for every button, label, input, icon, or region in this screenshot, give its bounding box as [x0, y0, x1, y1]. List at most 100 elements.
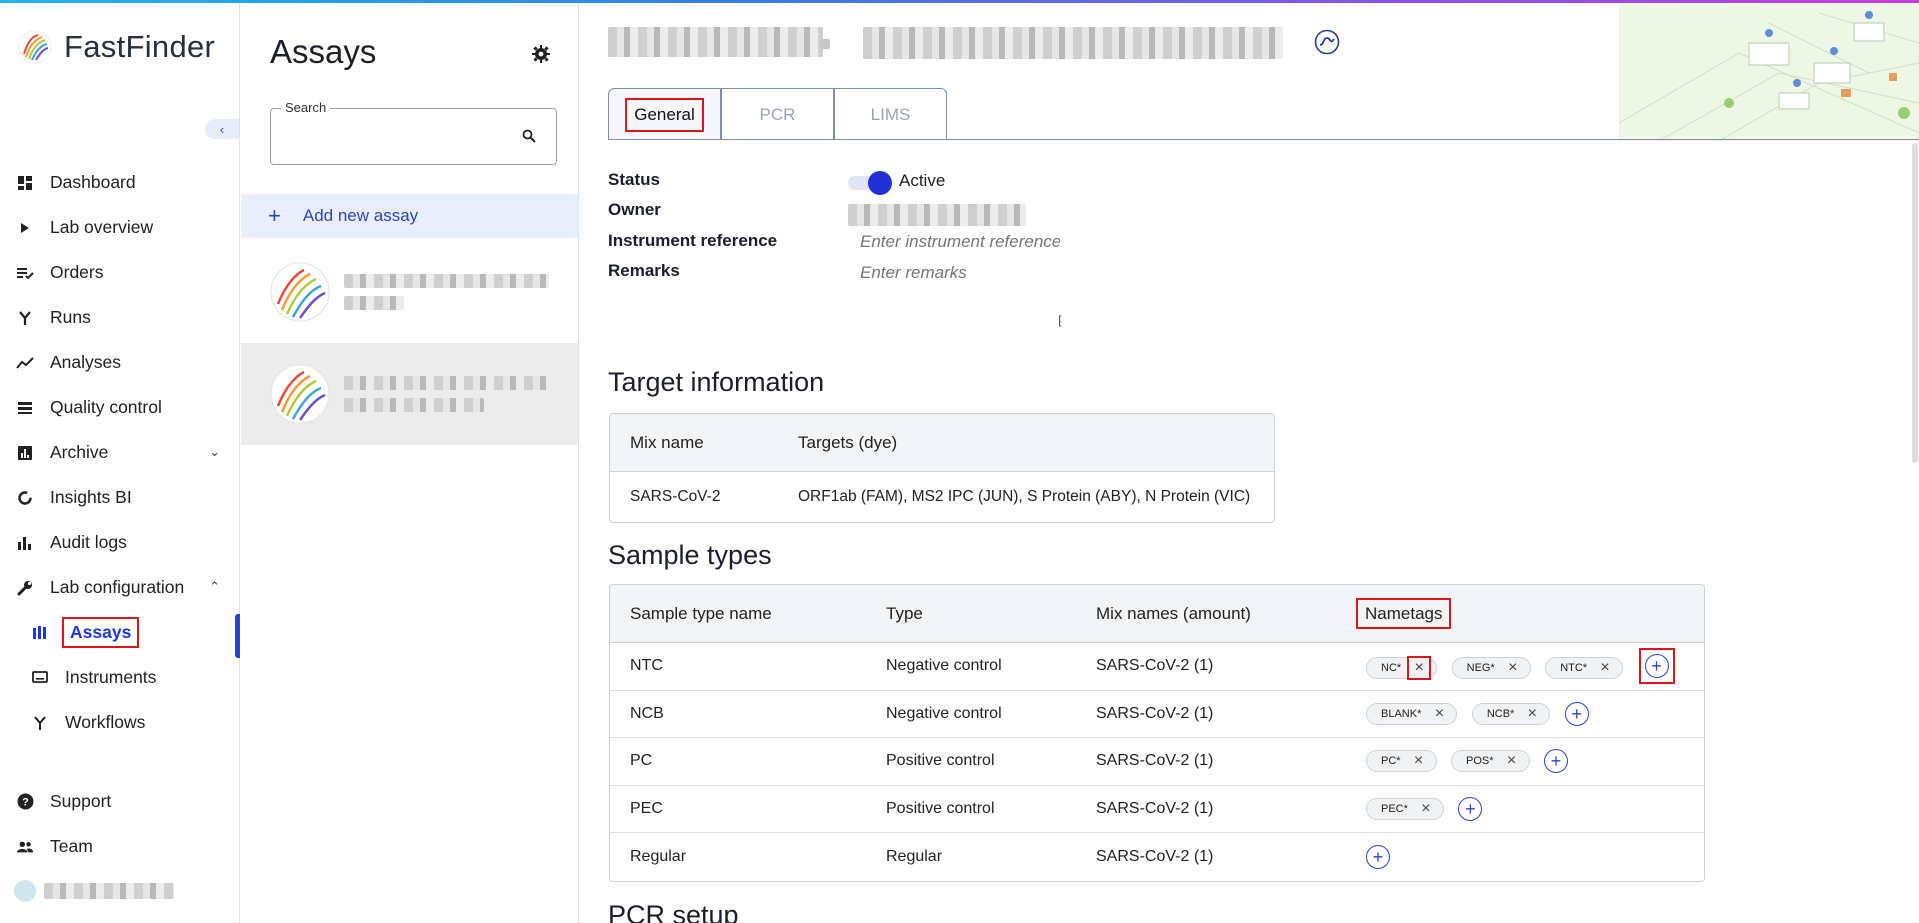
- tab-lims[interactable]: LIMS: [834, 88, 947, 140]
- instrument-reference-input[interactable]: [860, 232, 1060, 252]
- table-row[interactable]: PEC Positive control SARS-CoV-2 (1) PEC*…: [610, 786, 1704, 833]
- nametag-label: PEC*: [1381, 802, 1408, 815]
- add-nametag-icon[interactable]: +: [1564, 701, 1589, 726]
- nametag-label: NC*: [1381, 662, 1402, 675]
- table-header: Mix name Targets (dye): [610, 414, 1274, 472]
- nav-workflows[interactable]: Workflows: [0, 700, 240, 745]
- column-header: Mix names (amount): [1096, 603, 1251, 623]
- main-nav: Dashboard Lab overview Orders Runs Analy…: [0, 160, 240, 745]
- assay-title-redacted: [608, 21, 1288, 61]
- nav-audit-logs[interactable]: Audit logs: [0, 520, 240, 565]
- nav-quality-control[interactable]: Quality control: [0, 385, 240, 430]
- assay-name-redacted: [344, 274, 549, 310]
- search-field[interactable]: Search: [270, 100, 557, 165]
- type-cell: Negative control: [886, 657, 1002, 675]
- table-row[interactable]: NTC Negative control SARS-CoV-2 (1) NC* ×…: [610, 643, 1704, 691]
- detail-tabs: General PCR LIMS: [608, 88, 947, 140]
- nametags-cell: +: [1351, 844, 1691, 869]
- add-nametag-icon[interactable]: +: [1366, 844, 1390, 869]
- nav-lab-overview[interactable]: Lab overview: [0, 205, 240, 250]
- user-name-redacted: [44, 883, 174, 899]
- status-value: Active: [899, 171, 946, 190]
- add-nametag-icon[interactable]: +: [1458, 796, 1483, 821]
- nametag-chip: PC* ×: [1366, 750, 1437, 773]
- assays-panel: Assays Search + Add new assay: [241, 3, 579, 923]
- target-table: Mix name Targets (dye) SARS-CoV-2 ORF1ab…: [609, 413, 1275, 523]
- mix-cell: SARS-CoV-2 (1): [1096, 847, 1214, 865]
- tab-pcr[interactable]: PCR: [721, 88, 834, 140]
- sample-type-name-cell: Regular: [630, 847, 687, 865]
- wrench-icon: [16, 579, 34, 597]
- close-icon[interactable]: ×: [1523, 705, 1541, 723]
- nametag-chip: NTC* ×: [1545, 657, 1624, 680]
- nav-dashboard[interactable]: Dashboard: [0, 160, 240, 205]
- nametag-chip: NCB* ×: [1471, 702, 1551, 725]
- nametag-chip: PEC* ×: [1366, 797, 1444, 820]
- close-icon[interactable]: ×: [1417, 800, 1435, 818]
- lab-illustration: [1619, 3, 1919, 141]
- chevron-left-icon: ‹: [219, 121, 225, 137]
- assay-list-item[interactable]: [241, 241, 578, 343]
- nav-label: Lab configuration: [50, 577, 185, 597]
- vertical-scrollbar[interactable]: [1912, 143, 1918, 463]
- sample-type-name-cell: PC: [630, 752, 653, 770]
- nav-instruments[interactable]: Instruments: [0, 655, 240, 700]
- close-icon[interactable]: ×: [1407, 656, 1432, 681]
- chevron-up-icon: ⌃: [209, 579, 220, 594]
- nav-lab-configuration[interactable]: Lab configuration ⌃: [0, 565, 240, 610]
- search-icon[interactable]: [522, 129, 536, 148]
- status-label: Status: [608, 170, 660, 189]
- nametag-label: BLANK*: [1381, 707, 1422, 720]
- pcr-setup-title: PCR setup: [608, 900, 739, 923]
- nav-analyses[interactable]: Analyses: [0, 340, 240, 385]
- column-header: Type: [886, 603, 923, 623]
- nav-assays[interactable]: Assays: [0, 610, 240, 655]
- add-new-assay-button[interactable]: + Add new assay: [241, 194, 578, 238]
- close-icon[interactable]: ×: [1503, 752, 1521, 770]
- add-nametag-icon[interactable]: +: [1644, 654, 1669, 679]
- nav-label: Insights BI: [50, 487, 132, 507]
- close-icon[interactable]: ×: [1504, 659, 1522, 677]
- add-nametag-icon[interactable]: +: [1543, 749, 1568, 774]
- close-icon[interactable]: ×: [1596, 659, 1614, 677]
- nav-orders[interactable]: Orders: [0, 250, 240, 295]
- tab-label: LIMS: [870, 104, 911, 124]
- close-icon[interactable]: ×: [1430, 705, 1448, 723]
- collapse-sidebar-button[interactable]: ‹: [205, 119, 239, 139]
- nav-label: Orders: [50, 262, 104, 282]
- add-new-assay-label: Add new assay: [302, 206, 419, 225]
- table-row[interactable]: PC Positive control SARS-CoV-2 (1) PC* × …: [610, 738, 1704, 786]
- active-indicator: [235, 614, 240, 658]
- mix-cell: SARS-CoV-2 (1): [1096, 704, 1214, 722]
- column-header: Nametags: [1355, 597, 1452, 629]
- tab-general[interactable]: General: [608, 88, 721, 140]
- nametag-chip: NC* ×: [1366, 656, 1438, 681]
- resize-handle-icon[interactable]: ⁅: [1058, 314, 1063, 328]
- app-logo[interactable]: FastFinder: [18, 29, 215, 65]
- nav-team[interactable]: Team: [0, 824, 240, 869]
- nav-runs[interactable]: Runs: [0, 295, 240, 340]
- trend-icon: [16, 354, 34, 372]
- nametag-label: NTC*: [1560, 662, 1588, 675]
- table-row[interactable]: NCB Negative control SARS-CoV-2 (1) BLAN…: [610, 691, 1704, 738]
- status-toggle[interactable]: [848, 171, 892, 195]
- nametag-chip: POS* ×: [1451, 750, 1530, 773]
- owner-value-redacted: [848, 204, 1026, 226]
- curve-link-icon[interactable]: [1314, 29, 1340, 60]
- assay-name-redacted: [344, 376, 549, 412]
- target-information-title: Target information: [608, 367, 825, 397]
- user-profile[interactable]: [14, 880, 174, 902]
- column-header: Mix name: [630, 432, 704, 452]
- gear-icon[interactable]: [532, 45, 550, 68]
- nav-support[interactable]: ? Support: [0, 779, 240, 824]
- bars-icon: [16, 534, 34, 552]
- assay-list-item-selected[interactable]: [241, 343, 578, 445]
- nav-insights-bi[interactable]: Insights BI: [0, 475, 240, 520]
- table-row[interactable]: Regular Regular SARS-CoV-2 (1) +: [610, 833, 1704, 881]
- remarks-input[interactable]: [860, 263, 1060, 283]
- tab-label: General: [625, 97, 704, 132]
- search-input[interactable]: [281, 127, 511, 155]
- close-icon[interactable]: ×: [1410, 752, 1428, 770]
- nav-archive[interactable]: Archive ⌄: [0, 430, 240, 475]
- table-row[interactable]: SARS-CoV-2 ORF1ab (FAM), MS2 IPC (JUN), …: [610, 472, 1274, 522]
